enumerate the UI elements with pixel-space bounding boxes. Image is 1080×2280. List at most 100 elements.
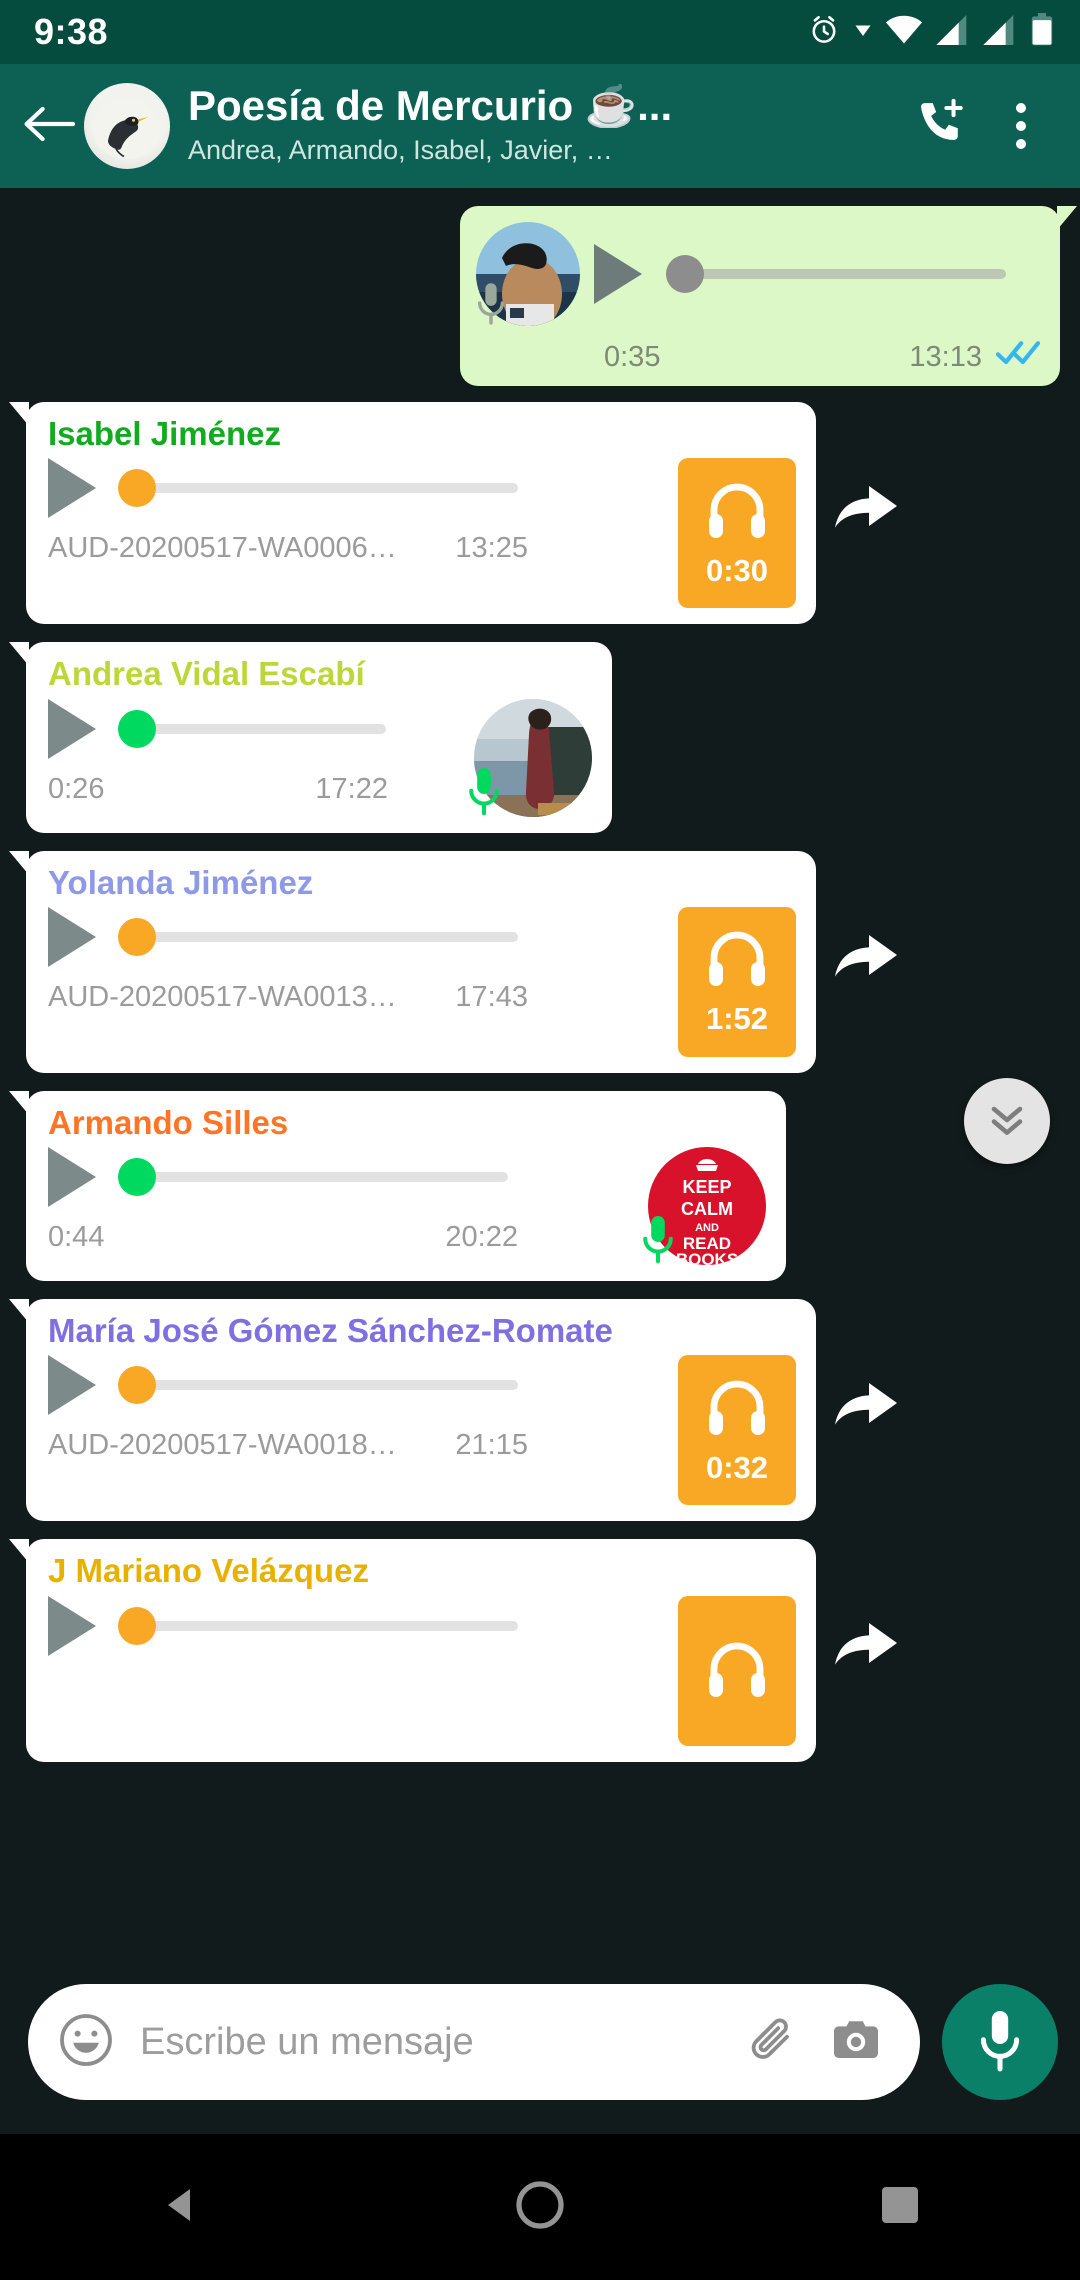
- message-time: 13:13: [909, 341, 982, 373]
- message-time: 21:15: [455, 1429, 528, 1462]
- forward-arrow-icon: [833, 482, 899, 541]
- nav-recents-button[interactable]: [830, 2134, 970, 2280]
- microphone-badge-icon: [466, 766, 502, 821]
- whatsapp-chat-screen: 9:38 Poesía de Mercurio ☕... Andrea, Arm…: [0, 0, 1080, 2280]
- overflow-menu-button[interactable]: [984, 89, 1058, 163]
- forward-button[interactable]: [816, 482, 916, 541]
- message-meta: 0:35 13:13: [476, 340, 1042, 374]
- audio-progress-slider[interactable]: [118, 1157, 508, 1197]
- message-row: Yolanda Jiménez AUD-20200517-WA0013… 17:…: [0, 850, 1080, 1073]
- badge-duration: 1:52: [705, 1001, 769, 1037]
- message-row: 0:35 13:13: [0, 206, 1080, 386]
- headphones-icon: [706, 1377, 768, 1442]
- forward-arrow-icon: [833, 1619, 899, 1678]
- play-button[interactable]: [48, 1355, 96, 1416]
- message-row: Isabel Jiménez AUD-20200517-WA0006… 13:2…: [0, 402, 1080, 625]
- sender-name: Armando Silles: [48, 1103, 289, 1141]
- signal-2-icon: [983, 14, 1017, 50]
- voice-player[interactable]: [48, 1147, 648, 1208]
- headphones-duration-badge[interactable]: 1:52: [678, 906, 796, 1057]
- forward-button[interactable]: [816, 931, 916, 990]
- sender-name: Isabel Jiménez: [48, 415, 281, 452]
- sender-avatar[interactable]: [469, 698, 592, 817]
- status-bar: 9:38: [0, 0, 1080, 64]
- audio-duration: 0:44: [48, 1221, 105, 1254]
- message-row: J Mariano Velázquez: [0, 1539, 1080, 1762]
- audio-progress-slider[interactable]: [118, 917, 518, 957]
- audio-progress-slider[interactable]: [666, 254, 1006, 294]
- audio-duration: 0:35: [604, 341, 661, 373]
- nav-home-button[interactable]: [470, 2134, 610, 2280]
- incoming-voice-message[interactable]: Armando Silles 0:44 20:22 KEEP CALM AND …: [9, 1090, 786, 1282]
- play-button[interactable]: [48, 1595, 96, 1656]
- audio-progress-slider[interactable]: [118, 709, 386, 749]
- scroll-to-bottom-button[interactable]: [964, 1078, 1050, 1164]
- outgoing-voice-message[interactable]: 0:35 13:13: [460, 206, 1077, 386]
- headphones-duration-badge[interactable]: 0:32: [678, 1355, 796, 1506]
- voice-player[interactable]: [48, 1355, 678, 1416]
- incoming-voice-message[interactable]: María José Gómez Sánchez-Romate AUD-2020…: [9, 1299, 816, 1522]
- status-clock: 9:38: [34, 11, 109, 52]
- back-button[interactable]: [16, 93, 82, 159]
- message-row: María José Gómez Sánchez-Romate AUD-2020…: [0, 1299, 1080, 1522]
- headphones-icon: [706, 928, 768, 993]
- signal-1-icon: [936, 14, 970, 50]
- audio-filename: AUD-20200517-WA0013…: [48, 980, 397, 1013]
- voice-player[interactable]: [476, 222, 1042, 326]
- battery-icon: [1030, 12, 1054, 52]
- microphone-badge-icon: [474, 281, 508, 332]
- incoming-voice-message[interactable]: J Mariano Velázquez: [9, 1539, 816, 1762]
- message-time: 17:22: [315, 772, 388, 805]
- sender-name: Yolanda Jiménez: [48, 863, 314, 901]
- group-avatar[interactable]: [84, 83, 170, 169]
- camera-button[interactable]: [828, 2012, 884, 2073]
- badge-duration: 0:30: [705, 552, 769, 588]
- camera-icon: [828, 2012, 884, 2073]
- play-button[interactable]: [48, 698, 96, 759]
- voice-player[interactable]: [48, 698, 474, 759]
- overflow-menu-icon: [1016, 103, 1026, 149]
- incoming-voice-message[interactable]: Andrea Vidal Escabí 0:26 17:22: [9, 642, 612, 833]
- record-voice-button[interactable]: [942, 1984, 1058, 2100]
- forward-button[interactable]: [816, 1379, 916, 1438]
- incoming-voice-message[interactable]: Isabel Jiménez AUD-20200517-WA0006… 13:2…: [9, 402, 816, 625]
- microphone-badge-icon: [640, 1214, 676, 1269]
- headphones-duration-badge[interactable]: [678, 1595, 796, 1746]
- app-bar: Poesía de Mercurio ☕... Andrea, Armando,…: [0, 64, 1080, 188]
- voice-player[interactable]: [48, 906, 678, 967]
- message-input-container[interactable]: Escribe un mensaje: [28, 1984, 920, 2100]
- play-button[interactable]: [48, 1147, 96, 1208]
- incoming-voice-message[interactable]: Yolanda Jiménez AUD-20200517-WA0013… 17:…: [9, 850, 816, 1073]
- sender-name: María José Gómez Sánchez-Romate: [48, 1312, 613, 1350]
- phone-add-icon: [914, 97, 968, 156]
- message-input-placeholder[interactable]: Escribe un mensaje: [140, 2021, 720, 2064]
- voice-player[interactable]: [48, 458, 678, 519]
- svg-text:AND: AND: [695, 1222, 719, 1234]
- sender-avatar[interactable]: KEEP CALM AND READ BOOKS: [643, 1147, 766, 1266]
- nav-back-button[interactable]: [110, 2134, 250, 2280]
- voice-call-button[interactable]: [904, 89, 978, 163]
- headphones-duration-badge[interactable]: 0:30: [678, 458, 796, 609]
- message-meta: 0:44 20:22: [48, 1221, 518, 1254]
- attach-button[interactable]: [746, 2012, 802, 2073]
- chat-participants: Andrea, Armando, Isabel, Javier, …: [188, 135, 613, 166]
- sender-avatar: [476, 222, 580, 326]
- audio-progress-slider[interactable]: [118, 1365, 518, 1405]
- voice-player[interactable]: [48, 1595, 678, 1656]
- wifi-icon: [885, 15, 923, 50]
- badge-duration: 0:32: [705, 1449, 769, 1485]
- emoji-smiley-icon[interactable]: [58, 2012, 114, 2073]
- message-list[interactable]: 0:35 13:13 Isabel Jiménez AUD-20200517-W…: [0, 188, 1080, 1950]
- audio-progress-slider[interactable]: [118, 1606, 518, 1646]
- message-time: 20:22: [445, 1221, 518, 1254]
- headphones-icon: [706, 480, 768, 545]
- composer-bar: Escribe un mensaje: [0, 1950, 1080, 2134]
- audio-progress-slider[interactable]: [118, 468, 518, 508]
- message-meta: AUD-20200517-WA0018… 21:15: [48, 1429, 528, 1462]
- play-button[interactable]: [48, 458, 96, 519]
- forward-button[interactable]: [816, 1619, 916, 1678]
- back-arrow-icon: [23, 103, 76, 150]
- message-time: 13:25: [455, 532, 528, 565]
- header-text-block[interactable]: Poesía de Mercurio ☕... Andrea, Armando,…: [188, 84, 904, 168]
- play-button[interactable]: [48, 906, 96, 967]
